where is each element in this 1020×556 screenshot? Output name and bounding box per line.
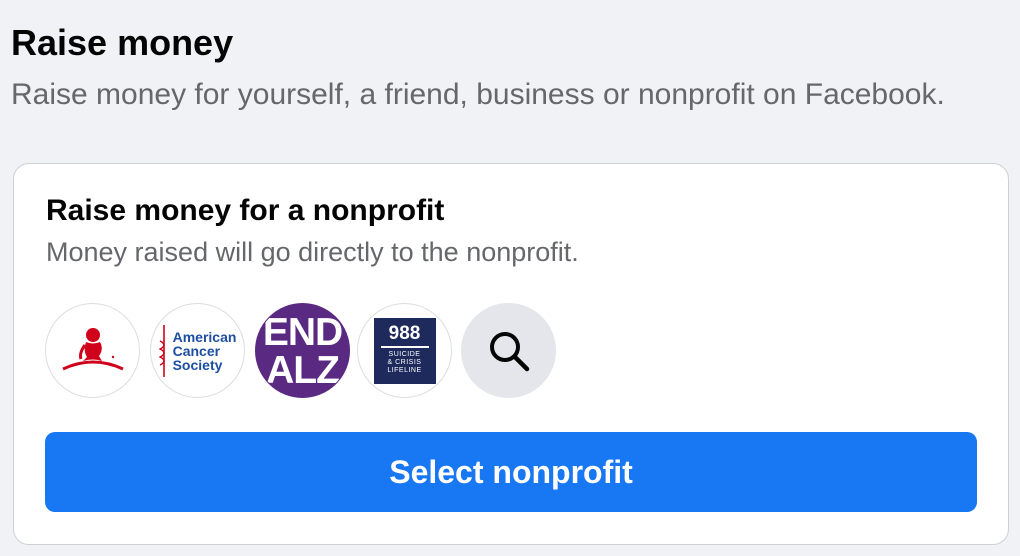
- 988-logo-box: 988 SUICIDE & CRISIS LIFELINE: [373, 317, 436, 384]
- 988-logo-subtext: SUICIDE & CRISIS LIFELINE: [387, 350, 422, 374]
- acs-logo-text: American Cancer Society: [172, 328, 237, 373]
- search-nonprofit-button[interactable]: [461, 303, 556, 398]
- card-title: Raise money for a nonprofit: [46, 194, 445, 227]
- 988-lifeline-logo[interactable]: 988 SUICIDE & CRISIS LIFELINE: [357, 303, 452, 398]
- search-icon: [489, 331, 529, 371]
- end-alz-logo[interactable]: END ALZ: [255, 303, 350, 398]
- 988-logo-number: 988: [380, 323, 429, 348]
- st-jude-icon: [61, 327, 124, 370]
- page-title: Raise money: [11, 22, 234, 63]
- card-description: Money raised will go directly to the non…: [46, 237, 579, 267]
- page-subtitle: Raise money for yourself, a friend, busi…: [11, 78, 945, 111]
- caduceus-icon: [158, 324, 165, 377]
- nonprofit-logo-row: American Cancer Society END ALZ 988 SUIC…: [45, 303, 565, 400]
- american-cancer-society-logo[interactable]: American Cancer Society: [150, 303, 245, 398]
- select-nonprofit-button[interactable]: Select nonprofit: [45, 432, 977, 512]
- nonprofit-fundraiser-card: Raise money for a nonprofit Money raised…: [13, 163, 1009, 545]
- st-jude-logo[interactable]: [45, 303, 140, 398]
- end-alz-logo-text: END ALZ: [262, 310, 343, 392]
